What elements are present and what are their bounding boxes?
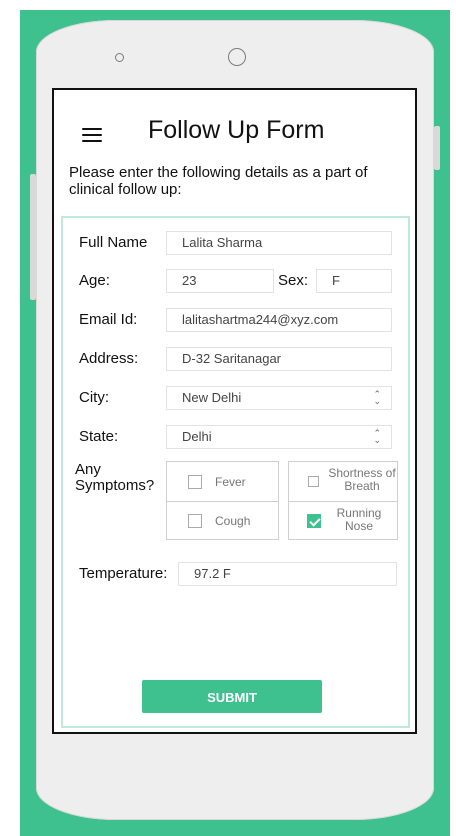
state-label: State: [79,428,119,445]
symptoms-label: Any Symptoms? [75,461,155,494]
fever-checkbox[interactable] [188,475,202,489]
select-arrows-icon: ⌃ ⌄ [373,428,381,445]
hamburger-menu-icon[interactable] [82,128,102,142]
running-nose-checkbox[interactable] [307,514,321,528]
age-field[interactable]: 23 [166,269,274,293]
shortness-of-breath-label: Shortness of Breath [328,466,396,493]
city-select[interactable]: New Delhi ⌃ ⌄ [166,386,392,410]
follow-up-form: Full Name Lalita Sharma Age: 23 Sex: F E… [61,216,410,728]
phone-power-button [434,126,440,170]
intro-text: Please enter the following details as a … [69,164,368,198]
full-name-field[interactable]: Lalita Sharma [166,231,392,255]
cough-label: Cough [215,514,251,528]
running-nose-label: Running Nose [336,506,382,533]
address-label: Address: [79,350,139,367]
sex-field[interactable]: F [316,269,392,293]
symptoms-group-left: Fever Cough [166,461,279,540]
submit-button[interactable]: SUBMIT [142,680,322,713]
state-select[interactable]: Delhi ⌃ ⌄ [166,425,392,449]
full-name-label: Full Name [79,234,148,251]
city-label: City: [79,389,109,406]
app-screen: Follow Up Form Please enter the followin… [52,88,417,734]
fever-label: Fever [215,475,246,489]
sex-label: Sex: [278,272,309,289]
select-arrows-icon: ⌃ ⌄ [373,389,381,406]
symptom-cough[interactable]: Cough [167,502,278,541]
state-value: Delhi [182,429,212,444]
address-field[interactable]: D-32 Saritanagar [166,347,392,371]
page-title: Follow Up Form [148,116,325,144]
temperature-label: Temperature: [79,565,168,582]
shortness-of-breath-checkbox[interactable] [308,476,319,487]
symptom-shortness-of-breath[interactable]: Shortness of Breath [289,462,397,501]
symptom-fever[interactable]: Fever [167,462,278,501]
phone-camera [228,48,246,66]
cough-checkbox[interactable] [188,514,202,528]
symptom-running-nose[interactable]: Running Nose [289,502,397,541]
temperature-field[interactable]: 97.2 F [178,562,397,586]
email-field[interactable]: lalitashartma244@xyz.com [166,308,392,332]
city-value: New Delhi [182,390,242,405]
email-label: Email Id: [79,311,138,328]
age-label: Age: [79,272,110,289]
symptoms-group-right: Shortness of Breath Running Nose [288,461,398,540]
phone-sensor [115,53,124,62]
